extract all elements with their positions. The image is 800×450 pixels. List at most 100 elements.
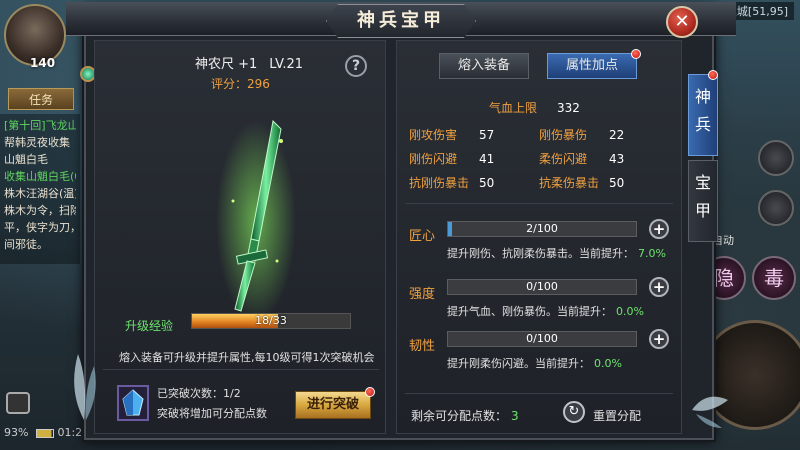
tab-merge-equipment[interactable]: 熔入装备 bbox=[439, 53, 529, 79]
breakthrough-button[interactable]: 进行突破 bbox=[295, 391, 371, 419]
attribute-progress-text: 0/100 bbox=[526, 332, 558, 345]
item-level: LV.21 bbox=[269, 57, 304, 72]
stat-label: 刚伤暴伤 bbox=[539, 128, 588, 142]
stat-value: 50 bbox=[609, 176, 625, 190]
tab-attribute-points[interactable]: 属性加点 bbox=[547, 53, 637, 79]
add-point-button[interactable]: + bbox=[649, 219, 669, 239]
hp-value: 332 bbox=[557, 101, 580, 115]
quest-line: 帮韩灵夜收集 bbox=[4, 136, 70, 149]
modal-title: 神兵宝甲 bbox=[326, 4, 476, 38]
attribute-block: 韧性 0/100 + 提升刚柔伤闪避。当前提升： 0.0% bbox=[405, 327, 675, 377]
attribute-name: 强度 bbox=[409, 287, 436, 302]
attribute-desc-text: 提升气血、刚伤暴伤。当前提升： bbox=[447, 305, 612, 318]
quest-line: [第十回]飞龙山 bbox=[4, 119, 76, 132]
crystal-icon[interactable] bbox=[117, 385, 149, 421]
item-panel: 神农尺 +1 LV.21 评分：296 ? 升级经验 18/33 熔入装备可升级… bbox=[94, 40, 386, 434]
attribute-progress-bar: 0/100 bbox=[447, 331, 637, 347]
hp-label: 气血上限 bbox=[489, 101, 538, 115]
stat-label: 抗刚伤暴击 bbox=[409, 176, 470, 190]
divider bbox=[405, 203, 673, 204]
stat-label: 柔伤闪避 bbox=[539, 152, 588, 166]
attribute-block: 强度 0/100 + 提升气血、刚伤暴伤。当前提升： 0.0% bbox=[405, 275, 675, 325]
stat-label: 刚攻伤害 bbox=[409, 128, 458, 142]
attribute-description: 提升刚伤、抗刚柔伤暴击。当前提升： 7.0% bbox=[447, 245, 666, 261]
attribute-progress-bar: 0/100 bbox=[447, 279, 637, 295]
player-level: 140 bbox=[30, 56, 56, 70]
breakthrough-notification-dot bbox=[365, 387, 375, 397]
skill-poison-button[interactable]: 毒 bbox=[752, 256, 796, 300]
stat-row: 抗刚伤暴击 50 抗柔伤暴击 50 bbox=[409, 171, 669, 195]
close-button[interactable]: ✕ bbox=[666, 6, 698, 38]
exp-progress-text: 18/33 bbox=[255, 314, 287, 327]
stat-value: 50 bbox=[479, 176, 495, 190]
item-name: 神农尺 +1 bbox=[195, 57, 258, 72]
item-score: 评分：296 bbox=[211, 77, 270, 91]
task-tab[interactable]: 任务 bbox=[8, 88, 74, 110]
map-icon[interactable] bbox=[758, 140, 794, 176]
stat-value: 43 bbox=[609, 152, 625, 166]
stat-cell: 柔伤闪避 43 bbox=[539, 147, 669, 171]
add-point-button[interactable]: + bbox=[649, 277, 669, 297]
divider bbox=[405, 393, 673, 394]
attribute-name: 韧性 bbox=[409, 339, 436, 354]
quest-panel[interactable]: [第十回]飞龙山 帮韩灵夜收集 山魈白毛收集山魈白毛(0 株木汪湖谷(温) 株木为令，扫… bbox=[0, 114, 80, 264]
hp-stat: 气血上限 332 bbox=[489, 99, 580, 116]
exp-label: 升级经验 bbox=[125, 319, 174, 333]
quest-line: 间邪徒。 bbox=[4, 238, 48, 251]
attribute-progress-bar: 2/100 bbox=[447, 221, 637, 237]
attribute-description: 提升刚柔伤闪避。当前提升： 0.0% bbox=[447, 355, 622, 371]
leaf-ornament-icon bbox=[74, 354, 96, 420]
stat-cell: 刚伤暴伤 22 bbox=[539, 123, 669, 147]
status-bar: 93% 01:2 bbox=[4, 426, 82, 439]
potion-icon[interactable] bbox=[758, 190, 794, 226]
side-tab-armor[interactable]: 宝 甲 bbox=[688, 160, 718, 242]
side-tab-armor-label: 宝 甲 bbox=[694, 173, 711, 220]
battery-percent: 93% bbox=[4, 426, 29, 439]
camera-icon[interactable] bbox=[6, 392, 30, 414]
stat-cell: 刚伤闪避 41 bbox=[409, 147, 539, 171]
blue-crystal-icon bbox=[122, 389, 144, 416]
quest-line: 平，侠字为刀， bbox=[4, 221, 76, 234]
quest-line: 株木为令，扫除 bbox=[4, 204, 76, 217]
attribute-progress-text: 2/100 bbox=[526, 222, 558, 235]
remaining-points: 剩余可分配点数： 3 bbox=[411, 407, 519, 424]
stat-label: 抗柔伤暴击 bbox=[539, 176, 600, 190]
stat-label: 刚伤闪避 bbox=[409, 152, 458, 166]
stat-value: 57 bbox=[479, 128, 495, 142]
side-tab-weapon[interactable]: 神 兵 bbox=[688, 74, 718, 156]
weapon-tab-notification-dot bbox=[708, 70, 718, 80]
side-tab-weapon-label: 神 兵 bbox=[694, 87, 711, 134]
attribute-desc-text: 提升刚伤、抗刚柔伤暴击。当前提升： bbox=[447, 247, 634, 260]
breakthrough-count: 已突破次数：1/2 bbox=[157, 387, 241, 400]
exp-progress-bar: 18/33 bbox=[191, 313, 351, 329]
attribute-percent: 0.0% bbox=[594, 357, 622, 370]
stat-grid: 刚攻伤害 57 刚伤暴伤 22 刚伤闪避 41 柔伤闪避 43 抗刚伤暴击 50 抗柔伤暴击 50 bbox=[409, 123, 669, 195]
clock: 01:2 bbox=[57, 426, 83, 439]
merge-description: 熔入装备可升级并提升属性,每10级可得1次突破机会 bbox=[119, 351, 375, 364]
stat-cell: 抗刚伤暴击 50 bbox=[409, 171, 539, 195]
reset-button[interactable]: 重置分配 bbox=[593, 407, 641, 424]
jade-sword-icon bbox=[216, 119, 296, 321]
attribute-percent: 7.0% bbox=[638, 247, 666, 260]
quest-line: 收集山魈白毛(0 bbox=[4, 170, 76, 183]
quest-line: 山魈白毛 bbox=[4, 153, 48, 166]
attribute-name: 匠心 bbox=[409, 229, 436, 244]
stat-cell: 抗柔伤暴击 50 bbox=[539, 171, 669, 195]
stat-value: 41 bbox=[479, 152, 495, 166]
stat-value: 22 bbox=[609, 128, 625, 142]
item-title: 神农尺 +1 LV.21 bbox=[195, 53, 303, 72]
add-point-button[interactable]: + bbox=[649, 329, 669, 349]
divine-armor-modal: 神兵宝甲 ✕ 神农尺 +1 LV.21 评分：296 ? 升级经验 18/33 … bbox=[66, 2, 736, 440]
reset-icon[interactable]: ↻ bbox=[563, 401, 585, 423]
remaining-points-label: 剩余可分配点数： bbox=[411, 409, 508, 423]
help-icon[interactable]: ? bbox=[345, 55, 367, 77]
breakthrough-hint: 突破将增加可分配点数 bbox=[157, 407, 267, 420]
battery-icon bbox=[35, 428, 54, 438]
attribute-panel: 熔入装备 属性加点 气血上限 332 刚攻伤害 57 刚伤暴伤 22 刚伤闪避 41 柔伤闪避… bbox=[396, 40, 682, 434]
stat-cell: 刚攻伤害 57 bbox=[409, 123, 539, 147]
attribute-desc-text: 提升刚柔伤闪避。当前提升： bbox=[447, 357, 590, 370]
remaining-points-value: 3 bbox=[511, 409, 519, 423]
attribute-progress-text: 0/100 bbox=[526, 280, 558, 293]
quest-line: 株木汪湖谷(温) bbox=[4, 187, 76, 200]
attribute-block: 匠心 2/100 + 提升刚伤、抗刚柔伤暴击。当前提升： 7.0% bbox=[405, 217, 675, 267]
